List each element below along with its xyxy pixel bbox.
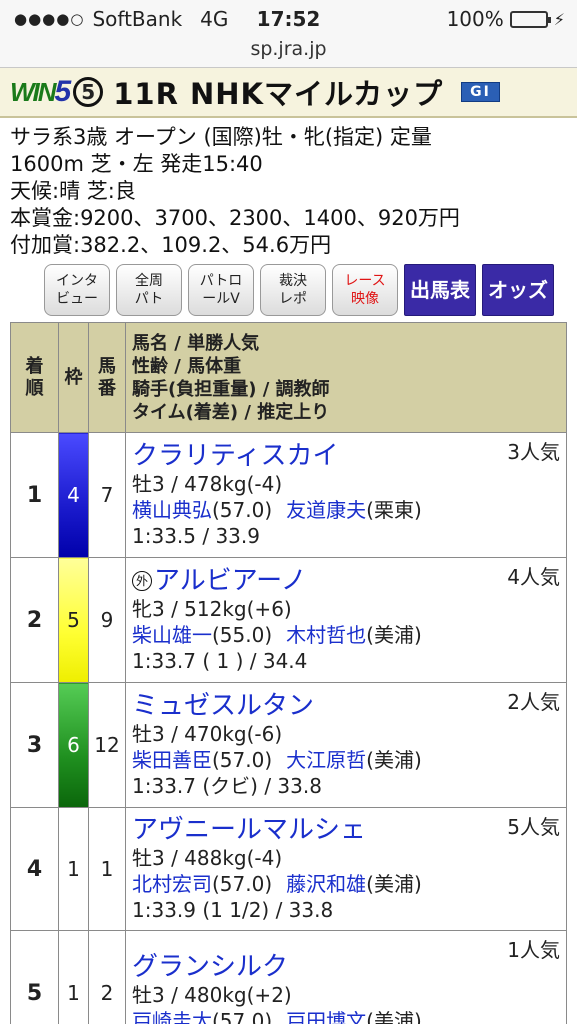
popularity: 4人気 bbox=[507, 565, 560, 589]
horse-number: 7 bbox=[88, 432, 126, 558]
race-prize: 本賞金:9200、3700、2300、1400、920万円 bbox=[10, 206, 460, 230]
bracket-number: 5 bbox=[58, 557, 89, 683]
battery-percent: 100% bbox=[446, 7, 504, 31]
odds-button[interactable]: オッズ bbox=[482, 264, 554, 316]
jockey-link[interactable]: 柴山雄一 bbox=[132, 623, 212, 647]
results-table: 着 順 枠 馬 番 馬名 / 単勝人気 性齢 / 馬体重 騎手(負担重量) / … bbox=[10, 322, 567, 1024]
grade-badge: GI bbox=[461, 82, 500, 102]
table-row: 1 4 7 3人気 クラリティスカイ 牡3 / 478kg(-4) 横山典弘(57.0) 友道… bbox=[10, 432, 567, 558]
header-umaban: 馬 番 bbox=[88, 322, 126, 433]
horse-name-link[interactable]: クラリティスカイ bbox=[132, 441, 338, 471]
win5-logo: WIN5 bbox=[10, 75, 71, 108]
charging-icon: ⚡ bbox=[553, 9, 565, 29]
table-row: 2 5 9 4人気 外アルビアーノ 牝3 / 512kg(+6) 柴山雄一(55.0) 木村哲… bbox=[10, 557, 567, 683]
trainer-location: (栗東) bbox=[366, 498, 422, 522]
sex-age-weight: 牡3 / 480kg(+2) bbox=[132, 983, 292, 1007]
horse-number: 1 bbox=[88, 807, 126, 931]
horse-number: 9 bbox=[88, 557, 126, 683]
win5-leg-badge: 5 bbox=[73, 77, 104, 107]
jockey-weight: (57.0) bbox=[212, 748, 273, 772]
horse-info: 4人気 外アルビアーノ 牝3 / 512kg(+6) 柴山雄一(55.0) 木村哲也(美… bbox=[125, 557, 567, 683]
interview-button[interactable]: インタ ビュー bbox=[44, 264, 110, 316]
jockey-weight: (57.0) bbox=[212, 498, 273, 522]
finish-position: 4 bbox=[10, 807, 59, 931]
race-added-prize: 付加賞:382.2、109.2、54.6万円 bbox=[10, 233, 332, 257]
race-header: WIN5 5 11R NHKマイルカップ GI bbox=[0, 68, 577, 118]
race-video-button[interactable]: レース 映像 bbox=[332, 264, 398, 316]
jockey-weight: (55.0) bbox=[212, 623, 273, 647]
sex-age-weight: 牡3 / 488kg(-4) bbox=[132, 846, 283, 870]
horse-name-link[interactable]: アルビアーノ bbox=[154, 566, 307, 596]
time-and-last3f: 1:33.5 / 33.9 bbox=[132, 524, 260, 548]
popularity: 5人気 bbox=[507, 815, 560, 839]
race-info: サラ系3歳 オープン (国際)牡・牝(指定) 定量 1600m 芝・左 発走15… bbox=[10, 124, 570, 259]
trainer-link[interactable]: 友道康夫 bbox=[286, 498, 366, 522]
status-bar: ●●●●○ SoftBank 4G 17:52 100% ⚡ bbox=[0, 0, 577, 36]
horse-name-link[interactable]: グランシルク bbox=[132, 952, 288, 982]
header-rank: 着 順 bbox=[10, 322, 59, 433]
table-row: 5 1 2 1人気グランシルク 牡3 / 480kg(+2) 戸崎圭太(57.0) 戸田博文… bbox=[10, 930, 567, 1024]
jockey-weight: (57.0) bbox=[212, 1009, 273, 1024]
trainer-location: (美浦) bbox=[366, 872, 422, 896]
time-and-last3f: 1:33.7 ( 1 ) / 34.4 bbox=[132, 649, 308, 673]
table-row: 3 6 12 2人気 ミュゼスルタン 牡3 / 470kg(-6) 柴田善臣(57.0) 大江… bbox=[10, 682, 567, 808]
trainer-link[interactable]: 戸田博文 bbox=[286, 1009, 366, 1024]
action-buttons: インタ ビュー 全周 パト パトロ ールV 裁決 レポ レース 映像 出馬表 オ… bbox=[44, 264, 554, 318]
header-waku: 枠 bbox=[58, 322, 89, 433]
bracket-number: 6 bbox=[58, 682, 89, 808]
table-row: 4 1 1 5人気 アヴニールマルシェ 牡3 / 488kg(-4) 北村宏司(57.0) 藤… bbox=[10, 807, 567, 931]
trainer-location: (美浦) bbox=[366, 748, 422, 772]
horse-number: 12 bbox=[88, 682, 126, 808]
horse-name-link[interactable]: アヴニールマルシェ bbox=[132, 815, 366, 845]
full-patrol-button[interactable]: 全周 パト bbox=[116, 264, 182, 316]
race-conditions: サラ系3歳 オープン (国際)牡・牝(指定) 定量 bbox=[10, 125, 432, 149]
sex-age-weight: 牝3 / 512kg(+6) bbox=[132, 597, 292, 621]
address-bar[interactable]: sp.jra.jp bbox=[0, 36, 577, 68]
popularity: 3人気 bbox=[507, 440, 560, 464]
trainer-link[interactable]: 木村哲也 bbox=[286, 623, 366, 647]
finish-position: 5 bbox=[10, 930, 59, 1024]
trainer-location: (美浦) bbox=[366, 1009, 422, 1024]
header-info: 馬名 / 単勝人気 性齢 / 馬体重 騎手(負担重量) / 調教師 タイム(着差… bbox=[125, 322, 567, 433]
table-header-row: 着 順 枠 馬 番 馬名 / 単勝人気 性齢 / 馬体重 騎手(負担重量) / … bbox=[10, 322, 567, 433]
time-and-last3f: 1:33.7 (クビ) / 33.8 bbox=[132, 774, 322, 798]
finish-position: 3 bbox=[10, 682, 59, 808]
bracket-number: 1 bbox=[58, 807, 89, 931]
race-weather: 天候:晴 芝:良 bbox=[10, 179, 136, 203]
entries-button[interactable]: 出馬表 bbox=[404, 264, 476, 316]
horse-info: 5人気 アヴニールマルシェ 牡3 / 488kg(-4) 北村宏司(57.0) 藤沢和雄… bbox=[125, 807, 567, 931]
sex-age-weight: 牡3 / 470kg(-6) bbox=[132, 722, 283, 746]
trainer-link[interactable]: 藤沢和雄 bbox=[286, 872, 366, 896]
foreign-bred-icon: 外 bbox=[132, 571, 152, 591]
popularity: 2人気 bbox=[507, 690, 560, 714]
time-and-last3f: 1:33.9 (1 1/2) / 33.8 bbox=[132, 898, 334, 922]
jockey-link[interactable]: 戸崎圭太 bbox=[132, 1009, 212, 1024]
jockey-link[interactable]: 横山典弘 bbox=[132, 498, 212, 522]
battery-status: 100% ⚡ bbox=[447, 7, 565, 31]
finish-position: 1 bbox=[10, 432, 59, 558]
stewards-report-button[interactable]: 裁決 レポ bbox=[260, 264, 326, 316]
horse-number: 2 bbox=[88, 930, 126, 1024]
trainer-location: (美浦) bbox=[366, 623, 422, 647]
jockey-weight: (57.0) bbox=[212, 872, 273, 896]
horse-info: 3人気 クラリティスカイ 牡3 / 478kg(-4) 横山典弘(57.0) 友道康夫(… bbox=[125, 432, 567, 558]
sex-age-weight: 牡3 / 478kg(-4) bbox=[132, 472, 283, 496]
race-title: 11R NHKマイルカップ bbox=[113, 77, 444, 111]
patrol-video-button[interactable]: パトロ ールV bbox=[188, 264, 254, 316]
jockey-link[interactable]: 柴田善臣 bbox=[132, 748, 212, 772]
finish-position: 2 bbox=[10, 557, 59, 683]
race-distance: 1600m 芝・左 発走15:40 bbox=[10, 152, 263, 176]
horse-name-link[interactable]: ミュゼスルタン bbox=[132, 691, 314, 721]
trainer-link[interactable]: 大江原哲 bbox=[286, 748, 366, 772]
jockey-link[interactable]: 北村宏司 bbox=[132, 872, 212, 896]
bracket-number: 1 bbox=[58, 930, 89, 1024]
bracket-number: 4 bbox=[58, 432, 89, 558]
popularity: 1人気 bbox=[507, 938, 560, 962]
battery-icon bbox=[509, 10, 551, 28]
horse-info: 2人気 ミュゼスルタン 牡3 / 470kg(-6) 柴田善臣(57.0) 大江原哲(美… bbox=[125, 682, 567, 808]
horse-info: 1人気グランシルク 牡3 / 480kg(+2) 戸崎圭太(57.0) 戸田博文(美浦… bbox=[125, 930, 567, 1024]
